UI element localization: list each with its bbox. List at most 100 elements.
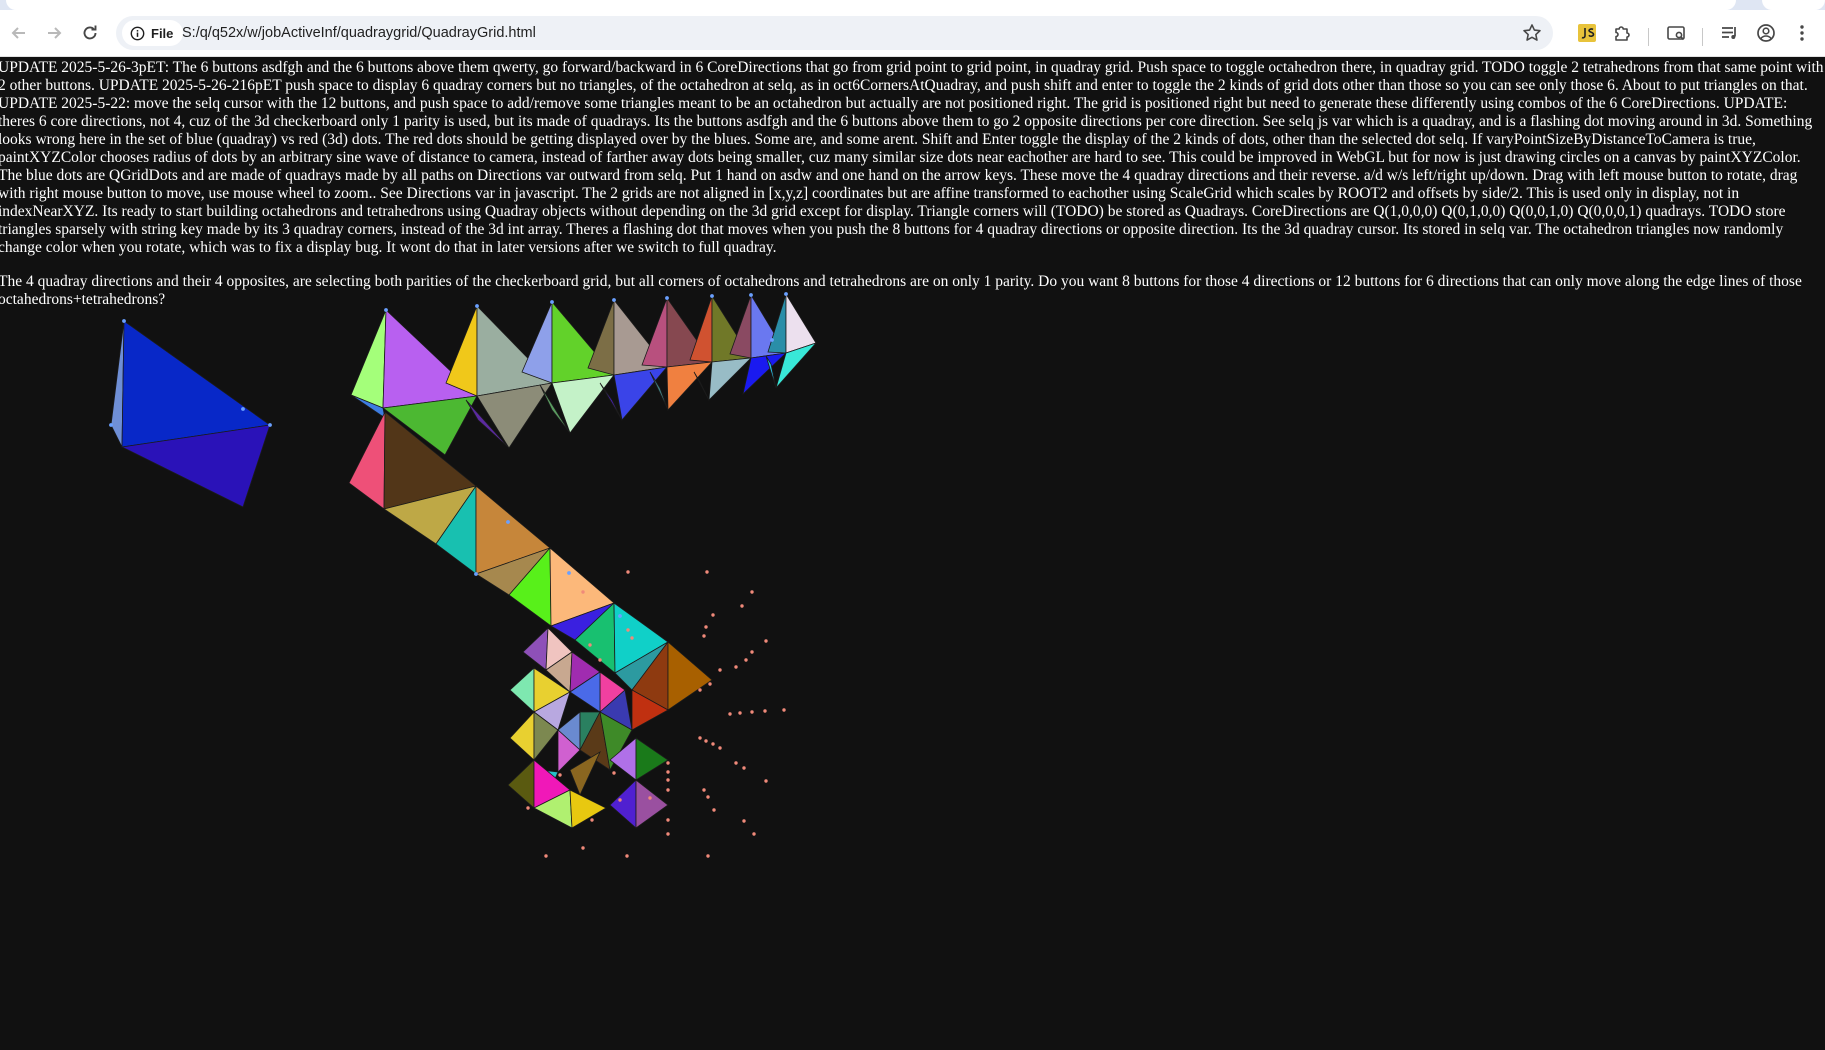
grid-dot	[241, 407, 245, 411]
triangle-face	[551, 374, 615, 434]
grid-dot	[763, 709, 767, 713]
media-control-icon	[1722, 27, 1736, 39]
triangle-face	[569, 789, 607, 829]
active-tab-edge[interactable]	[6, 0, 1736, 10]
grid-dot	[704, 739, 708, 743]
triangle-face	[348, 411, 386, 510]
address-bar[interactable]: File S:/q/q52x/w/jobActiveInf/quadraygri…	[116, 16, 1553, 50]
media-control-button[interactable]	[1715, 18, 1745, 48]
grid-dot	[612, 298, 616, 302]
browser-menu-button[interactable]	[1787, 18, 1817, 48]
grid-dot	[698, 688, 702, 692]
cast-button[interactable]	[1661, 18, 1691, 48]
grid-dot	[626, 570, 630, 574]
triangle-face	[445, 305, 478, 397]
cast-icon	[1667, 26, 1685, 41]
profile-icon	[1757, 24, 1775, 42]
grid-dot	[706, 854, 710, 858]
grid-dot	[711, 742, 715, 746]
triangle-face	[693, 371, 710, 401]
triangle-face	[667, 641, 713, 711]
js-extension-button[interactable]	[1572, 18, 1602, 48]
grid-dot	[711, 613, 715, 617]
grid-dot	[474, 572, 478, 576]
arrow-left-icon	[11, 27, 25, 39]
grid-dot	[742, 766, 746, 770]
triangle-face	[509, 710, 535, 761]
grid-dot	[770, 338, 774, 342]
browser-toolbar: File S:/q/q52x/w/jobActiveInf/quadraygri…	[0, 10, 1825, 57]
grid-dot	[740, 604, 744, 608]
puzzle-icon	[1615, 26, 1630, 41]
grid-dot	[581, 590, 585, 594]
grid-dot	[749, 293, 753, 297]
triangle-face	[666, 361, 714, 412]
grid-dot	[704, 625, 708, 629]
grid-dot	[764, 779, 768, 783]
grid-dot	[705, 570, 709, 574]
grid-dot	[744, 658, 748, 662]
grid-dot	[734, 665, 738, 669]
grid-dot	[734, 761, 738, 765]
grid-dot	[598, 658, 602, 662]
grid-dot	[618, 798, 622, 802]
grid-dot	[718, 668, 722, 672]
grid-dot	[268, 423, 272, 427]
grid-dot	[728, 712, 732, 716]
grid-dot	[612, 771, 616, 775]
grid-dot	[588, 643, 592, 647]
grid-dot	[742, 819, 746, 823]
triangle-face	[507, 759, 535, 809]
grid-dot	[122, 319, 126, 323]
grid-dot	[666, 770, 670, 774]
grid-dot	[750, 710, 754, 714]
page-content: UPDATE 2025-5-26-3pET: The 6 buttons asd…	[0, 57, 1825, 1050]
triangle-face	[708, 357, 753, 402]
grid-dot	[718, 746, 722, 750]
triangle-face	[729, 294, 752, 359]
grid-dot	[109, 423, 113, 427]
tab-edge[interactable]	[1762, 0, 1825, 10]
grid-dot	[666, 778, 670, 782]
grid-dot	[712, 808, 716, 812]
toolbar-separator	[1648, 28, 1649, 46]
grid-dot	[666, 832, 670, 836]
forward-button[interactable]	[39, 18, 69, 48]
quadray-grid-canvas[interactable]	[0, 57, 1825, 1050]
extensions-button[interactable]	[1607, 18, 1637, 48]
grid-dot	[784, 292, 788, 296]
grid-dot	[702, 634, 706, 638]
triangle-face	[613, 366, 668, 421]
grid-dot	[708, 682, 712, 686]
grid-dot	[550, 300, 554, 304]
grid-dot	[666, 818, 670, 822]
site-info-chip[interactable]: File	[122, 20, 184, 46]
profile-button[interactable]	[1751, 18, 1781, 48]
js-extension-icon	[1578, 24, 1596, 42]
grid-dot	[581, 846, 585, 850]
grid-dot	[625, 854, 629, 858]
triangle-face	[509, 667, 535, 713]
toolbar-separator	[1702, 28, 1703, 46]
triangle-face	[635, 779, 669, 829]
grid-dot	[618, 614, 622, 618]
grid-dot	[630, 636, 634, 640]
grid-dot	[782, 708, 786, 712]
grid-dot	[544, 854, 548, 858]
back-button[interactable]	[4, 18, 34, 48]
reload-button[interactable]	[75, 18, 105, 48]
triangle-face	[587, 299, 615, 376]
grid-dot	[384, 308, 388, 312]
grid-dot	[648, 796, 652, 800]
grid-dot	[764, 639, 768, 643]
grid-dot	[710, 294, 714, 298]
star-icon[interactable]	[1521, 22, 1543, 44]
grid-dot	[665, 296, 669, 300]
triangle-face	[609, 779, 637, 829]
grid-dot	[750, 590, 754, 594]
arrow-right-icon	[48, 27, 62, 39]
triangle-face	[767, 293, 787, 354]
grid-dot	[567, 571, 571, 575]
grid-dot	[506, 520, 510, 524]
url-text[interactable]: S:/q/q52x/w/jobActiveInf/quadraygrid/Qua…	[182, 16, 536, 50]
